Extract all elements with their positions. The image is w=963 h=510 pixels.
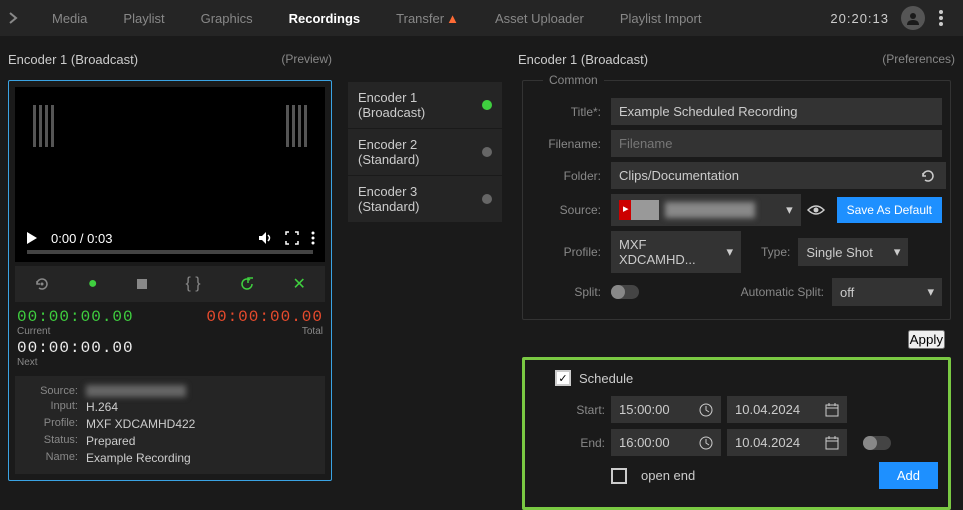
encoder-item-1[interactable]: Encoder 1 (Broadcast)	[348, 82, 502, 128]
tab-playlist-import[interactable]: Playlist Import	[604, 3, 718, 34]
tab-media[interactable]: Media	[36, 3, 103, 34]
restore-icon[interactable]	[239, 276, 255, 292]
open-end-checkbox[interactable]	[611, 468, 627, 484]
chevron-right-icon[interactable]	[8, 12, 28, 24]
filename-input[interactable]	[611, 130, 942, 157]
clock-icon	[699, 403, 713, 417]
start-time-input[interactable]: 15:00:00	[611, 396, 721, 423]
schedule-checkbox[interactable]: ✓	[555, 370, 571, 386]
close-icon[interactable]: ✕	[293, 274, 306, 294]
end-date-input[interactable]: 10.04.2024	[727, 429, 847, 456]
tab-transfer[interactable]: Transfer▲	[380, 3, 475, 34]
tab-playlist[interactable]: Playlist	[107, 3, 180, 34]
title-input[interactable]	[611, 98, 942, 125]
refresh-icon[interactable]	[34, 276, 50, 292]
status-dot-icon	[482, 194, 492, 204]
more-menu-icon[interactable]	[929, 6, 953, 30]
stop-icon[interactable]	[136, 278, 148, 290]
save-default-button[interactable]: Save As Default	[837, 197, 942, 223]
video-player[interactable]: 0:00 / 0:03	[15, 87, 325, 262]
encoder-item-2[interactable]: Encoder 2 (Standard)	[348, 129, 502, 175]
top-nav: Media Playlist Graphics Recordings Trans…	[0, 0, 963, 36]
folder-input[interactable]	[611, 162, 946, 189]
info-source-value	[86, 385, 186, 397]
tc-total-label: Total	[206, 326, 323, 337]
open-end-label: open end	[641, 468, 695, 483]
common-legend: Common	[543, 73, 604, 87]
profile-select[interactable]: MXF XDCAMHD...▾	[611, 231, 741, 273]
encoder-item-3[interactable]: Encoder 3 (Standard)	[348, 176, 502, 222]
preview-subtitle: (Preview)	[281, 52, 332, 66]
schedule-label: Schedule	[579, 371, 633, 386]
chevron-down-icon: ▾	[894, 244, 901, 260]
chevron-down-icon: ▾	[726, 244, 733, 260]
tab-recordings[interactable]: Recordings	[273, 3, 377, 34]
clock: 20:20:13	[830, 11, 889, 26]
chevron-down-icon: ▾	[927, 284, 934, 300]
tc-current: 00:00:00.00	[17, 308, 134, 326]
user-icon[interactable]	[901, 6, 925, 30]
volume-icon[interactable]	[257, 230, 273, 246]
calendar-icon	[825, 403, 839, 417]
fullscreen-icon[interactable]	[285, 231, 299, 245]
preview-title: Encoder 1 (Broadcast)	[8, 52, 138, 67]
info-status-value: Prepared	[86, 434, 135, 448]
common-fieldset: Common Title*: Filename: Folder: Source:…	[522, 80, 951, 320]
add-button[interactable]: Add	[879, 462, 938, 489]
info-input-value: H.264	[86, 400, 118, 414]
record-icon[interactable]: ●	[88, 275, 98, 293]
preview-panel: Encoder 1 (Broadcast) (Preview) 0:00 / 0…	[0, 36, 340, 509]
type-select[interactable]: Single Shot▾	[798, 238, 908, 266]
preferences-panel: Encoder 1 (Broadcast) (Preferences) Comm…	[510, 36, 963, 509]
recorder-toolbar: ● { } ✕	[15, 266, 325, 302]
status-dot-icon	[482, 147, 492, 157]
info-name-value: Example Recording	[86, 451, 191, 465]
prefs-title: Encoder 1 (Broadcast)	[518, 52, 648, 67]
status-dot-icon	[482, 100, 492, 110]
calendar-icon	[825, 436, 839, 450]
end-time-input[interactable]: 16:00:00	[611, 429, 721, 456]
warning-icon: ▲	[446, 11, 459, 26]
tc-total: 00:00:00.00	[206, 308, 323, 326]
encoder-list: Encoder 1 (Broadcast) Encoder 2 (Standar…	[340, 36, 510, 509]
info-profile-value: MXF XDCAMHD422	[86, 417, 195, 431]
tab-graphics[interactable]: Graphics	[185, 3, 269, 34]
tc-current-label: Current	[17, 326, 134, 337]
schedule-section: ✓ Schedule Start: 15:00:00 10.04.2024 En…	[522, 357, 951, 510]
clock-icon	[699, 436, 713, 450]
tab-asset-uploader[interactable]: Asset Uploader	[479, 3, 600, 34]
source-select[interactable]: ▾	[611, 194, 801, 226]
eye-icon[interactable]	[807, 204, 825, 216]
player-time: 0:00 / 0:03	[51, 231, 112, 246]
tc-next: 00:00:00.00	[17, 339, 134, 357]
history-icon[interactable]	[920, 168, 936, 184]
player-more-icon[interactable]	[311, 231, 315, 245]
apply-button[interactable]: Apply	[908, 330, 945, 349]
chevron-down-icon: ▾	[786, 202, 793, 218]
start-date-input[interactable]: 10.04.2024	[727, 396, 847, 423]
play-icon[interactable]	[25, 231, 39, 245]
metadata-icon[interactable]: { }	[186, 275, 201, 293]
end-toggle[interactable]	[863, 436, 891, 450]
auto-split-select[interactable]: off▾	[832, 278, 942, 306]
nav-tabs: Media Playlist Graphics Recordings Trans…	[36, 3, 717, 34]
prefs-subtitle: (Preferences)	[882, 52, 955, 66]
split-toggle[interactable]	[611, 285, 639, 299]
tc-next-label: Next	[17, 357, 134, 368]
clip-info: Source: Input:H.264 Profile:MXF XDCAMHD4…	[15, 376, 325, 474]
